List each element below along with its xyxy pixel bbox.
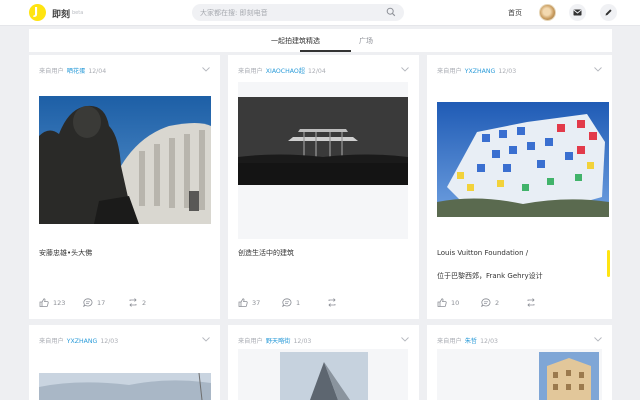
comment-count: 17 xyxy=(97,299,106,307)
post-source-label: 来自用户 xyxy=(39,68,64,75)
post-caption[interactable]: 创造生活中的建筑 xyxy=(238,248,294,258)
post-date: 12/03 xyxy=(293,338,312,345)
compose-button[interactable] xyxy=(600,4,617,21)
search-box[interactable] xyxy=(192,4,404,21)
post-username[interactable]: YXZHANG xyxy=(67,338,98,345)
post-photo[interactable] xyxy=(539,352,599,400)
post-source-label: 来自用户 xyxy=(238,338,263,345)
thumbs-up-icon xyxy=(39,298,49,307)
post-date: 12/04 xyxy=(88,68,107,75)
repost-icon xyxy=(527,298,535,307)
repost-icon xyxy=(328,298,336,307)
post-card[interactable]: 来自用户 YXZHANG 12/03 xyxy=(29,325,220,400)
post-card[interactable]: 来自用户 野天略街 12/03 xyxy=(228,325,419,400)
post-username[interactable]: 朱哲 xyxy=(465,338,477,345)
post-username[interactable]: YXZHANG xyxy=(465,68,496,75)
post-header: 来自用户 YXZHANG 12/03 xyxy=(437,66,516,75)
beta-badge: beta xyxy=(72,10,84,16)
chevron-down-icon[interactable] xyxy=(594,337,602,342)
post-header: 来自用户 朱哲 12/03 xyxy=(437,336,498,345)
search-icon[interactable] xyxy=(386,7,396,17)
thumbs-up-icon xyxy=(238,298,248,307)
post-photo-louis-vuitton-foundation[interactable] xyxy=(437,102,609,217)
mail-icon xyxy=(573,9,582,16)
tab-square[interactable]: 广场 xyxy=(359,36,373,46)
tab-bar: 一起拍建筑精选 广场 xyxy=(29,29,612,52)
post-source-label: 来自用户 xyxy=(437,338,462,345)
post-photo[interactable] xyxy=(39,373,211,400)
like-count: 123 xyxy=(53,299,66,307)
scroll-indicator xyxy=(607,250,610,277)
post-header: 来自用户 野天略街 12/03 xyxy=(238,336,311,345)
share-count: 2 xyxy=(142,299,147,307)
post-photo-buddha[interactable] xyxy=(39,96,211,224)
comment-count: 2 xyxy=(495,299,500,307)
brand-name[interactable]: 即刻 xyxy=(52,7,70,20)
post-photo-building[interactable] xyxy=(238,97,408,185)
post-caption[interactable]: 安藤忠雄•头大佛 xyxy=(39,248,92,258)
post-username[interactable]: 野天略街 xyxy=(266,338,291,345)
post-username[interactable]: XIAOCHAO超 xyxy=(266,68,305,75)
post-card[interactable]: 来自用户 朱哲 12/03 xyxy=(427,325,612,400)
chevron-down-icon[interactable] xyxy=(401,337,409,342)
post-source-label: 来自用户 xyxy=(437,68,462,75)
post-caption-line[interactable]: 位于巴黎西郊，Frank Gehry设计 xyxy=(437,271,543,281)
comment-icon xyxy=(481,298,491,307)
post-header: 来自用户 YXZHANG 12/03 xyxy=(39,336,118,345)
post-card[interactable]: 来自用户 晒花蛋 12/04 安藤忠雄•头大佛 123 17 2 xyxy=(29,55,220,319)
post-card[interactable]: 来自用户 XIAOCHAO超 12/04 创造生活中的建筑 37 1 xyxy=(228,55,419,319)
post-source-label: 来自用户 xyxy=(238,68,263,75)
chevron-down-icon[interactable] xyxy=(401,67,409,72)
like-count: 37 xyxy=(252,299,261,307)
post-date: 12/03 xyxy=(498,68,517,75)
post-date: 12/04 xyxy=(307,68,326,75)
user-avatar[interactable] xyxy=(539,4,556,21)
app-logo[interactable]: J xyxy=(29,4,46,21)
messages-button[interactable] xyxy=(569,4,586,21)
logo-letter: J xyxy=(34,5,39,18)
like-count: 10 xyxy=(451,299,460,307)
post-date: 12/03 xyxy=(100,338,119,345)
top-nav-bar: J 即刻 beta 首页 xyxy=(0,0,640,26)
repost-icon xyxy=(129,298,137,307)
comment-icon xyxy=(282,298,292,307)
post-source-label: 来自用户 xyxy=(39,338,64,345)
active-tab-indicator xyxy=(300,50,351,52)
chevron-down-icon[interactable] xyxy=(594,67,602,72)
post-header: 来自用户 晒花蛋 12/04 xyxy=(39,66,106,75)
post-card[interactable]: 来自用户 YXZHANG 12/03 Louis Vuitton Foundatio… xyxy=(427,55,612,319)
chevron-down-icon[interactable] xyxy=(202,337,210,342)
tab-architecture-picks[interactable]: 一起拍建筑精选 xyxy=(271,36,320,46)
post-username[interactable]: 晒花蛋 xyxy=(67,68,86,75)
post-caption-line[interactable]: Louis Vuitton Foundation / xyxy=(437,249,528,257)
comment-count: 1 xyxy=(296,299,301,307)
comment-icon xyxy=(83,298,93,307)
post-photo[interactable] xyxy=(280,352,368,400)
post-date: 12/03 xyxy=(480,338,498,345)
pencil-icon xyxy=(605,9,612,16)
nav-home-link[interactable]: 首页 xyxy=(508,8,522,18)
search-input[interactable] xyxy=(200,6,380,19)
thumbs-up-icon xyxy=(437,298,447,307)
chevron-down-icon[interactable] xyxy=(202,67,210,72)
post-header: 来自用户 XIAOCHAO超 12/04 xyxy=(238,66,326,75)
